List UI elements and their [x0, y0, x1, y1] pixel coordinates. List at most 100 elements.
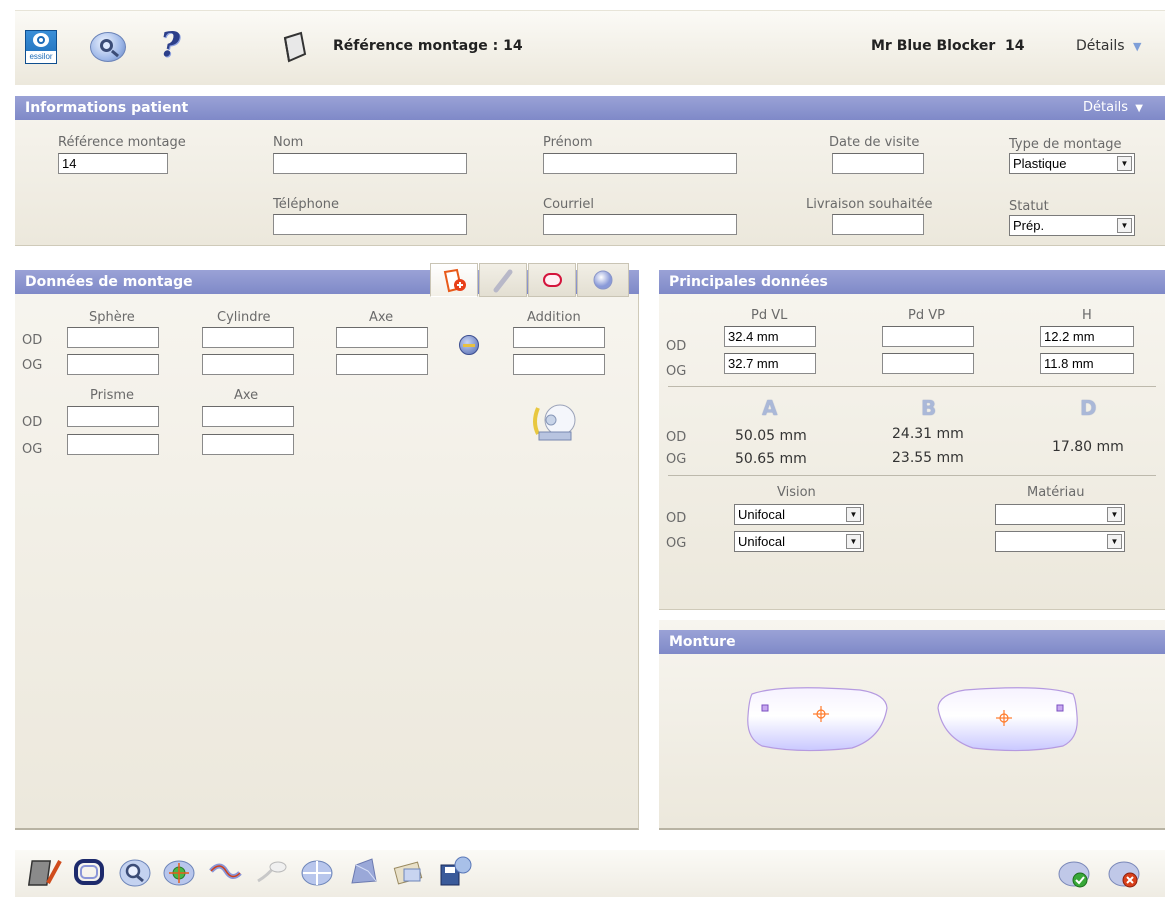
pdvp-label: Pd VP — [908, 308, 945, 323]
og-h-input[interactable]: 11.8 mm — [1040, 353, 1134, 374]
validate-icon[interactable] — [1057, 858, 1093, 890]
od-axe-input[interactable] — [336, 327, 428, 348]
frame-shape-icon[interactable] — [72, 855, 106, 889]
statut-label: Statut — [1009, 199, 1049, 214]
og-materiau-select[interactable]: ▼ — [995, 531, 1125, 552]
og-addition-input[interactable] — [513, 354, 605, 375]
prenom-label: Prénom — [543, 135, 593, 150]
od-h-input[interactable]: 12.2 mm — [1040, 326, 1134, 347]
save-icon[interactable] — [438, 855, 472, 889]
od-prisme-input[interactable] — [67, 406, 159, 427]
axe-label: Axe — [369, 310, 394, 325]
courriel-input[interactable] — [543, 214, 737, 235]
date-visite-input[interactable] — [832, 153, 924, 174]
og-sphere-input[interactable] — [67, 354, 159, 375]
og-cylindre-input[interactable] — [202, 354, 294, 375]
chevron-down-icon: ▼ — [1133, 40, 1142, 53]
od-sphere-input[interactable] — [67, 327, 159, 348]
header-details-label: Détails — [1076, 38, 1125, 54]
help-icon[interactable]: ? — [160, 26, 184, 64]
search-icon[interactable] — [90, 32, 126, 62]
prisme-axe-label: Axe — [234, 388, 259, 403]
livraison-input[interactable] — [832, 214, 924, 235]
type-montage-select[interactable]: Plastique ▼ — [1009, 153, 1135, 174]
od-pdvp-input[interactable] — [882, 326, 974, 347]
left-lens — [937, 687, 1078, 752]
cancel-icon[interactable] — [1107, 858, 1143, 890]
telephone-input[interactable] — [273, 214, 467, 235]
od-vision-select[interactable]: Unifocal ▼ — [734, 504, 864, 525]
od-addition-input[interactable] — [513, 327, 605, 348]
prisme-og-label: OG — [22, 442, 43, 457]
tab-sphere[interactable] — [577, 263, 629, 297]
drill-icon[interactable] — [254, 855, 288, 889]
od-a-value: 50.05 mm — [735, 428, 807, 444]
lens-shape-icon — [543, 273, 562, 287]
sphere-icon — [593, 270, 613, 290]
og-pdvl-input[interactable]: 32.7 mm — [724, 353, 816, 374]
curve-icon[interactable] — [208, 855, 242, 889]
type-montage-label: Type de montage — [1009, 137, 1122, 152]
dropdown-arrow-icon: ▼ — [1107, 534, 1122, 549]
right-lens — [747, 687, 888, 752]
axis-lens-icon[interactable] — [300, 855, 334, 889]
vision-og-label: OG — [666, 536, 687, 551]
a-dimension-label: A — [762, 396, 778, 420]
centering-icon[interactable] — [162, 855, 196, 889]
chevron-down-icon: ▼ — [1135, 103, 1143, 114]
principales-band: Principales données — [659, 270, 1165, 294]
statut-select[interactable]: Prép. ▼ — [1009, 215, 1135, 236]
header-details-link[interactable]: Détails ▼ — [1076, 38, 1141, 54]
minus-sign-icon[interactable] — [459, 335, 479, 355]
vision-od-label: OD — [666, 511, 687, 526]
patient-details-label: Détails — [1083, 100, 1129, 115]
og-prisme-axe-input[interactable] — [202, 434, 294, 455]
principales-og-label: OG — [666, 364, 687, 379]
courriel-label: Courriel — [543, 197, 594, 212]
og-axe-input[interactable] — [336, 354, 428, 375]
dimensions-od-label: OD — [666, 430, 687, 445]
dropdown-arrow-icon: ▼ — [846, 507, 861, 522]
livraison-label: Livraison souhaitée — [806, 197, 933, 212]
og-pdvp-input[interactable] — [882, 353, 974, 374]
od-b-value: 24.31 mm — [892, 426, 964, 442]
dropdown-arrow-icon: ▼ — [846, 534, 861, 549]
patient-name: Mr Blue Blocker — [871, 38, 996, 54]
tab-pencil[interactable] — [479, 263, 527, 297]
b-dimension-label: B — [921, 396, 937, 420]
export-icon[interactable] — [392, 855, 426, 889]
statut-value: Prép. — [1013, 218, 1045, 233]
principales-separator-1 — [668, 386, 1156, 387]
og-prisme-input[interactable] — [67, 434, 159, 455]
prisme-od-label: OD — [22, 415, 43, 430]
tab-lens-shape[interactable] — [528, 263, 576, 297]
essilor-logo[interactable]: essilor — [25, 30, 57, 64]
edit-note-icon[interactable] — [27, 855, 62, 889]
d-dimension-label: D — [1080, 396, 1097, 420]
cylindre-label: Cylindre — [217, 310, 271, 325]
og-a-value: 50.65 mm — [735, 451, 807, 467]
sphere-label: Sphère — [89, 310, 135, 325]
ref-montage-input[interactable]: 14 — [58, 153, 168, 174]
patient-details-link[interactable]: Détails ▼ — [1083, 100, 1143, 115]
pdvl-label: Pd VL — [751, 308, 788, 323]
prenom-input[interactable] — [543, 153, 737, 174]
patient-number: 14 — [1005, 38, 1025, 54]
pencil-icon — [493, 269, 513, 293]
od-cylindre-input[interactable] — [202, 327, 294, 348]
od-prisme-axe-input[interactable] — [202, 406, 294, 427]
dropdown-arrow-icon: ▼ — [1107, 507, 1122, 522]
frame-preview[interactable] — [740, 680, 1085, 760]
search-icon[interactable] — [118, 855, 152, 889]
nom-input[interactable] — [273, 153, 467, 174]
monture-title: Monture — [669, 634, 736, 650]
tab-prescription[interactable] — [430, 263, 478, 297]
og-vision-select[interactable]: Unifocal ▼ — [734, 531, 864, 552]
date-visite-label: Date de visite — [829, 135, 920, 150]
od-materiau-select[interactable]: ▼ — [995, 504, 1125, 525]
eye-measure-icon[interactable] — [530, 400, 586, 444]
bevel-icon[interactable] — [346, 855, 380, 889]
od-pdvl-input[interactable]: 32.4 mm — [724, 326, 816, 347]
d-value: 17.80 mm — [1052, 439, 1124, 455]
monture-band: Monture — [659, 630, 1165, 654]
